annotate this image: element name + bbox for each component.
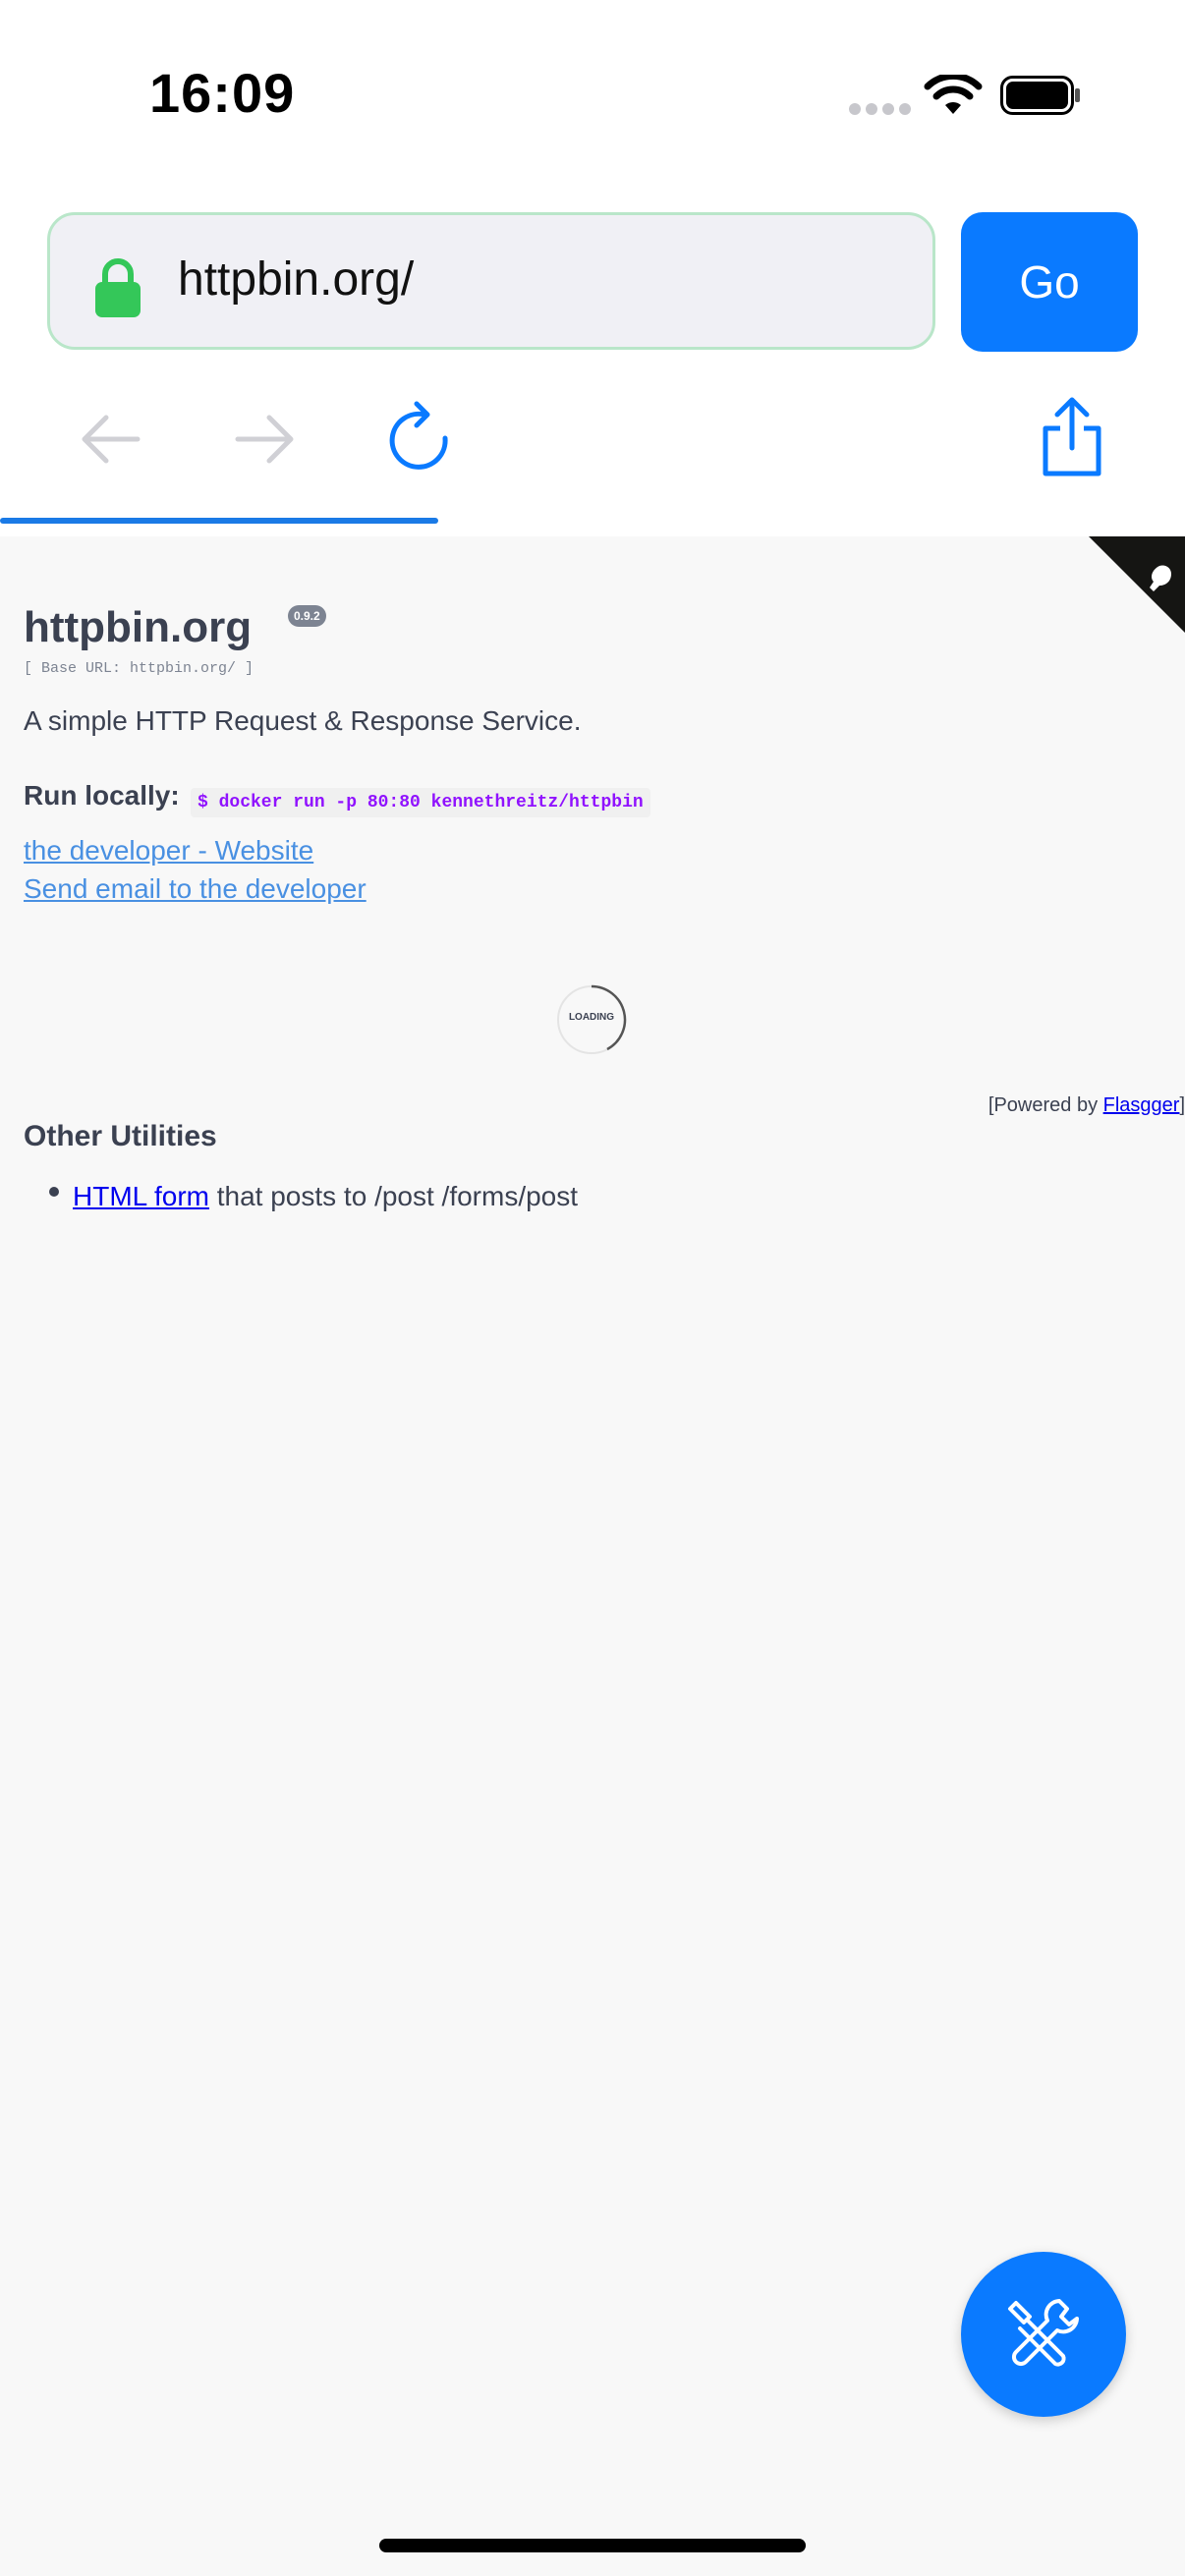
home-indicator bbox=[379, 2539, 806, 2552]
version-badge: 0.9.2 bbox=[288, 605, 326, 627]
powered-prefix: [Powered by bbox=[988, 1094, 1103, 1116]
url-text: httpbin.org/ bbox=[178, 253, 415, 306]
run-command: $ docker run -p 80:80 kennethreitz/httpb… bbox=[191, 788, 650, 817]
developer-email-link[interactable]: Send email to the developer bbox=[24, 873, 367, 905]
html-form-link[interactable]: HTML form bbox=[73, 1181, 209, 1211]
flasgger-link[interactable]: Flasgger bbox=[1103, 1094, 1180, 1116]
lock-icon bbox=[95, 258, 141, 317]
forward-arrow-icon[interactable] bbox=[230, 405, 299, 474]
html-form-description: that posts to /post /forms/post bbox=[208, 1181, 579, 1211]
powered-by: [Powered by Flasgger] bbox=[24, 1094, 1185, 1117]
base-url: [ Base URL: httpbin.org/ ] bbox=[24, 660, 254, 677]
url-field[interactable]: httpbin.org/ bbox=[47, 212, 935, 350]
battery-icon bbox=[1000, 76, 1080, 115]
page-title: httpbin.org bbox=[24, 603, 253, 651]
page-description: A simple HTTP Request & Response Service… bbox=[24, 705, 582, 736]
back-arrow-icon[interactable] bbox=[77, 405, 145, 474]
share-icon[interactable] bbox=[1036, 395, 1108, 477]
tools-icon bbox=[1008, 2299, 1079, 2367]
browser-toolbar: httpbin.org/ Go bbox=[0, 187, 1185, 536]
tools-button[interactable] bbox=[961, 2252, 1126, 2417]
go-button[interactable]: Go bbox=[961, 212, 1138, 352]
status-time: 16:09 bbox=[149, 62, 296, 124]
loading-text: LOADING bbox=[568, 1012, 615, 1023]
status-bar: 16:09 bbox=[0, 0, 1185, 187]
loading-spinner: LOADING bbox=[556, 984, 627, 1055]
list-item: HTML form that posts to /post /forms/pos… bbox=[73, 1181, 578, 1212]
github-corner-icon[interactable] bbox=[1089, 536, 1185, 633]
other-utilities-heading: Other Utilities bbox=[24, 1120, 217, 1152]
run-locally-label: Run locally: bbox=[24, 780, 180, 811]
reload-icon[interactable] bbox=[383, 401, 454, 476]
developer-website-link[interactable]: the developer - Website bbox=[24, 835, 313, 867]
page-load-progress-fill bbox=[0, 518, 439, 524]
page-load-progress bbox=[0, 518, 1185, 526]
wifi-icon bbox=[924, 75, 983, 114]
cellular-signal-icon bbox=[849, 102, 916, 120]
list-bullet bbox=[49, 1187, 59, 1197]
powered-suffix: ] bbox=[1179, 1094, 1185, 1116]
